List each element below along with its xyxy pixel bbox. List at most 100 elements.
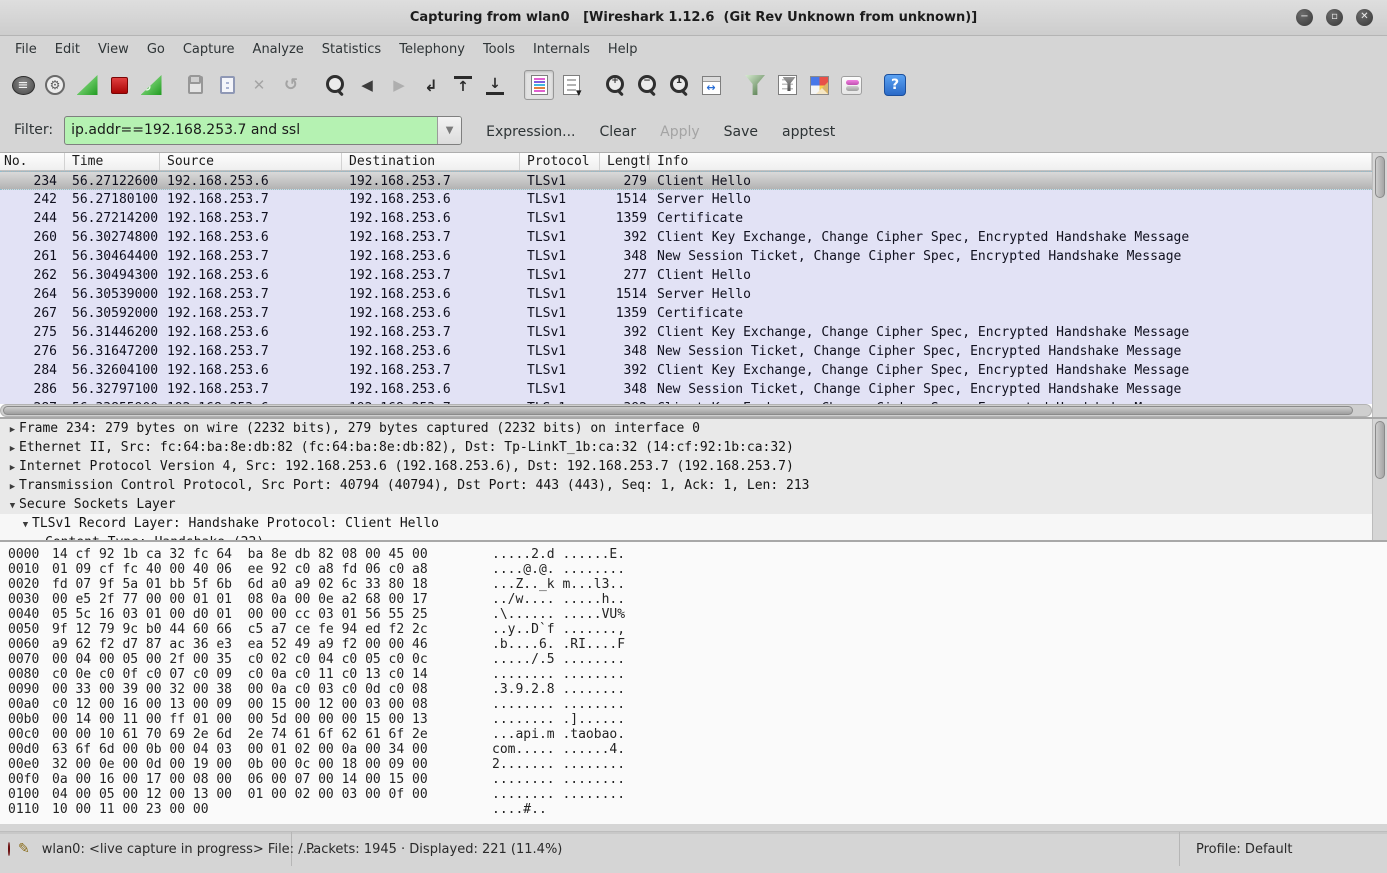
menu-tools[interactable]: Tools	[474, 39, 524, 60]
capture-filter-button[interactable]	[740, 70, 770, 100]
detail-row[interactable]: ▼TLSv1 Record Layer: Handshake Protocol:…	[0, 514, 1372, 533]
menu-file[interactable]: File	[6, 39, 46, 60]
packet-list-horizontal-scrollbar[interactable]	[0, 404, 1372, 417]
hex-row[interactable]: 0020fd 07 9f 5a 01 bb 5f 6b 6d a0 a9 02 …	[8, 577, 1387, 592]
go-bottom-button[interactable]	[480, 70, 510, 100]
hex-row[interactable]: 011010 00 11 00 23 00 00....#..	[8, 802, 1387, 817]
hex-row[interactable]: 004005 5c 16 03 01 00 d0 01 00 00 cc 03 …	[8, 607, 1387, 622]
column-header-source[interactable]: Source	[160, 153, 342, 170]
find-button[interactable]	[320, 70, 350, 100]
packet-row[interactable]: 26456.30539000192.168.253.7192.168.253.6…	[0, 285, 1372, 304]
menu-internals[interactable]: Internals	[524, 39, 599, 60]
maximize-window-button[interactable]: ▫	[1326, 9, 1343, 26]
expert-info-icon[interactable]	[8, 842, 10, 856]
packet-row[interactable]: 24456.27214200192.168.253.7192.168.253.6…	[0, 209, 1372, 228]
column-header-info[interactable]: Info	[650, 153, 1372, 170]
vertical-scrollbar-thumb[interactable]	[1375, 156, 1385, 198]
hex-row[interactable]: 00c000 00 10 61 70 69 2e 6d 2e 74 61 6f …	[8, 727, 1387, 742]
packet-row[interactable]: 24256.27180100192.168.253.7192.168.253.6…	[0, 190, 1372, 209]
detail-row[interactable]: ▶Internet Protocol Version 4, Src: 192.1…	[0, 457, 1372, 476]
column-header-length[interactable]: Length	[600, 153, 650, 170]
colorize-button[interactable]	[524, 70, 554, 100]
help-button[interactable]	[880, 70, 910, 100]
coloring-rules-button[interactable]	[804, 70, 834, 100]
menu-analyze[interactable]: Analyze	[244, 39, 313, 60]
capture-restart-button[interactable]	[136, 70, 166, 100]
filter-input[interactable]	[65, 117, 437, 144]
hex-row[interactable]: 003000 e5 2f 77 00 00 01 01 08 0a 00 0e …	[8, 592, 1387, 607]
hex-row[interactable]: 00509f 12 79 9c b0 44 60 66 c5 a7 ce fe …	[8, 622, 1387, 637]
clear-button[interactable]: Clear	[600, 124, 637, 140]
packet-row[interactable]: 27656.31647200192.168.253.7192.168.253.6…	[0, 342, 1372, 361]
hex-row[interactable]: 00d063 6f 6d 00 0b 00 04 03 00 01 02 00 …	[8, 742, 1387, 757]
hex-row[interactable]: 00f00a 00 16 00 17 00 08 00 06 00 07 00 …	[8, 772, 1387, 787]
menu-help[interactable]: Help	[599, 39, 647, 60]
interfaces-button[interactable]	[8, 70, 38, 100]
hex-row[interactable]: 009000 33 00 39 00 32 00 38 00 0a c0 03 …	[8, 682, 1387, 697]
packet-row[interactable]: 28656.32797100192.168.253.7192.168.253.6…	[0, 380, 1372, 399]
menu-go[interactable]: Go	[138, 39, 174, 60]
expression-button[interactable]: Expression...	[486, 124, 575, 140]
column-header-destination[interactable]: Destination	[342, 153, 520, 170]
detail-row[interactable]: ▶Ethernet II, Src: fc:64:ba:8e:db:82 (fc…	[0, 438, 1372, 457]
capture-start-button[interactable]	[72, 70, 102, 100]
hex-row[interactable]: 001001 09 cf fc 40 00 40 06 ee 92 c0 a8 …	[8, 562, 1387, 577]
details-scrollbar-thumb[interactable]	[1375, 421, 1385, 479]
close-window-button[interactable]: ✕	[1356, 9, 1373, 26]
zoom-out-button[interactable]	[632, 70, 662, 100]
expander-collapsed-icon[interactable]: ▶	[6, 421, 19, 438]
expander-collapsed-icon[interactable]: ▶	[6, 459, 19, 476]
apptest-filter-button[interactable]: apptest	[782, 124, 835, 140]
goto-packet-button[interactable]	[416, 70, 446, 100]
go-top-button[interactable]	[448, 70, 478, 100]
back-button[interactable]	[352, 70, 382, 100]
zoom-in-button[interactable]	[600, 70, 630, 100]
hex-row[interactable]: 010004 00 05 00 12 00 13 00 01 00 02 00 …	[8, 787, 1387, 802]
packet-row[interactable]: 28456.32604100192.168.253.6192.168.253.7…	[0, 361, 1372, 380]
detail-row[interactable]: ▶Transmission Control Protocol, Src Port…	[0, 476, 1372, 495]
hex-row[interactable]: 0060a9 62 f2 d7 87 ac 36 e3 ea 52 49 a9 …	[8, 637, 1387, 652]
status-profile-section[interactable]: Profile: Default	[1180, 832, 1387, 866]
column-header-protocol[interactable]: Protocol	[520, 153, 600, 170]
auto-scroll-button[interactable]	[556, 70, 586, 100]
menu-edit[interactable]: Edit	[46, 39, 89, 60]
resize-columns-button[interactable]	[696, 70, 726, 100]
menu-statistics[interactable]: Statistics	[313, 39, 390, 60]
save-button[interactable]	[212, 70, 242, 100]
capture-stop-button[interactable]	[104, 70, 134, 100]
hex-row[interactable]: 00e032 00 0e 00 0d 00 19 00 0b 00 0c 00 …	[8, 757, 1387, 772]
detail-row[interactable]: ▶Frame 234: 279 bytes on wire (2232 bits…	[0, 419, 1372, 438]
column-header-no[interactable]: No.	[0, 153, 65, 170]
zoom-100-button[interactable]	[664, 70, 694, 100]
preferences-button[interactable]	[836, 70, 866, 100]
menu-capture[interactable]: Capture	[174, 39, 244, 60]
expander-expanded-icon[interactable]: ▼	[6, 497, 19, 514]
horizontal-scrollbar-thumb[interactable]	[3, 406, 1353, 415]
detail-row[interactable]: Content Type: Handshake (22)	[0, 533, 1372, 540]
display-filter-button[interactable]	[772, 70, 802, 100]
packet-row[interactable]: 26256.30494300192.168.253.6192.168.253.7…	[0, 266, 1372, 285]
packet-row[interactable]: 26056.30274800192.168.253.6192.168.253.7…	[0, 228, 1372, 247]
hex-row[interactable]: 000014 cf 92 1b ca 32 fc 64 ba 8e db 82 …	[8, 547, 1387, 562]
capture-comment-icon[interactable]: ✎	[18, 841, 30, 857]
save-filter-button[interactable]: Save	[724, 124, 758, 140]
packet-list-vertical-scrollbar[interactable]	[1372, 153, 1387, 417]
minimize-window-button[interactable]: −	[1296, 9, 1313, 26]
expander-collapsed-icon[interactable]: ▶	[6, 478, 19, 495]
column-header-time[interactable]: Time	[65, 153, 160, 170]
filter-dropdown-button[interactable]: ▼	[437, 117, 461, 144]
expander-collapsed-icon[interactable]: ▶	[6, 440, 19, 457]
packet-row[interactable]: 26756.30592000192.168.253.7192.168.253.6…	[0, 304, 1372, 323]
hex-row[interactable]: 00b000 14 00 11 00 ff 01 00 00 5d 00 00 …	[8, 712, 1387, 727]
menu-telephony[interactable]: Telephony	[390, 39, 474, 60]
capture-options-button[interactable]	[40, 70, 70, 100]
packet-row[interactable]: 26156.30464400192.168.253.7192.168.253.6…	[0, 247, 1372, 266]
packet-row[interactable]: 23456.27122600192.168.253.6192.168.253.7…	[0, 171, 1372, 190]
hex-row[interactable]: 00a0c0 12 00 16 00 13 00 09 00 15 00 12 …	[8, 697, 1387, 712]
hex-row[interactable]: 007000 04 00 05 00 2f 00 35 c0 02 c0 04 …	[8, 652, 1387, 667]
menu-view[interactable]: View	[89, 39, 138, 60]
detail-row[interactable]: ▼Secure Sockets Layer	[0, 495, 1372, 514]
details-vertical-scrollbar[interactable]	[1372, 419, 1387, 540]
expander-expanded-icon[interactable]: ▼	[19, 516, 32, 533]
packet-row[interactable]: 27556.31446200192.168.253.6192.168.253.7…	[0, 323, 1372, 342]
